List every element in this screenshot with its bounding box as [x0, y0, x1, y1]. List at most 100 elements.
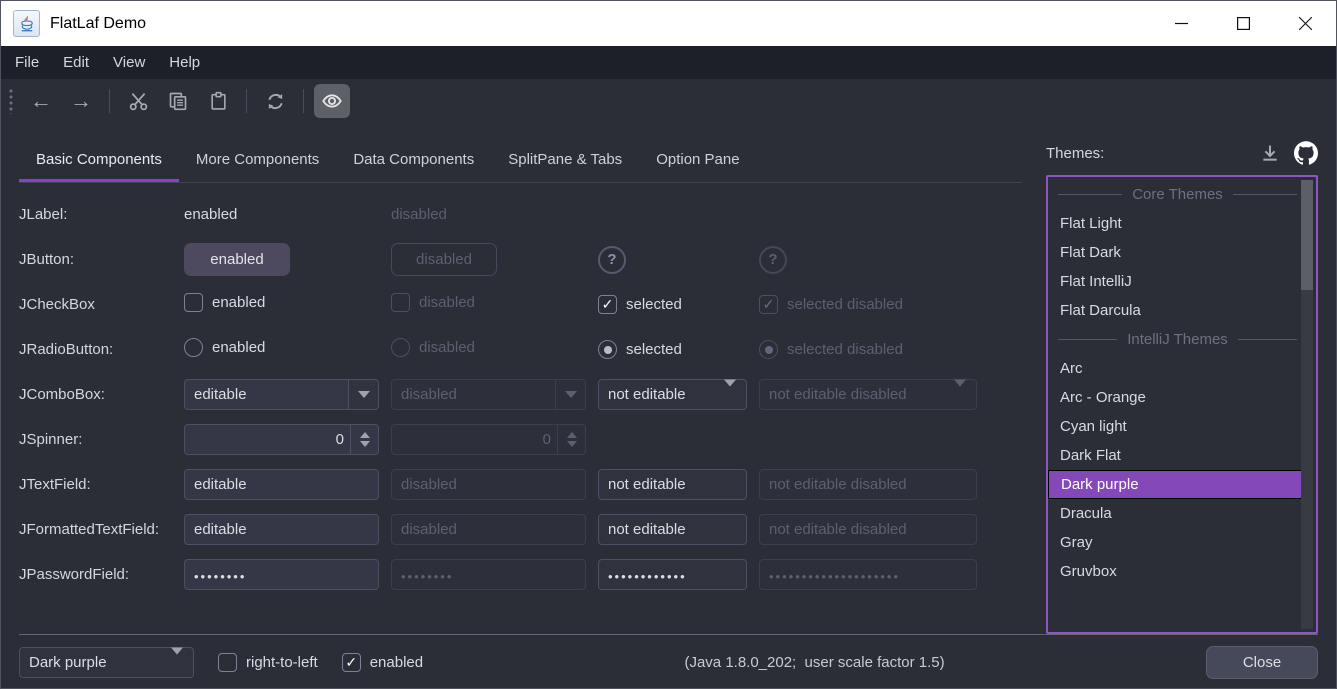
jcombobox-not-editable-disabled: not editable disabled [759, 379, 977, 410]
chevron-down-icon [954, 386, 966, 403]
chevron-down-icon [724, 386, 736, 403]
jtextfield-not-editable[interactable]: not editable [598, 469, 747, 500]
radio-selected-icon [598, 340, 617, 359]
menu-file[interactable]: File [3, 46, 51, 79]
tab-basic-components[interactable]: Basic Components [19, 141, 179, 182]
checkbox-checked-icon: ✓ [598, 295, 617, 314]
radio-unselected-icon [391, 338, 410, 357]
jpasswordfield-not-editable[interactable]: •••••••••••• [598, 559, 747, 590]
toolbar-grip[interactable] [9, 88, 13, 114]
tab-data-components[interactable]: Data Components [336, 141, 491, 182]
toolbar: ← → [1, 79, 1336, 123]
jradiobutton-selected[interactable]: selected [598, 340, 682, 359]
radio-unselected-icon [184, 338, 203, 357]
forward-button[interactable]: → [63, 84, 99, 118]
tab-more-components[interactable]: More Components [179, 141, 336, 182]
copy-button[interactable] [160, 84, 196, 118]
checkbox-unchecked-icon [391, 293, 410, 312]
menu-edit[interactable]: Edit [51, 46, 101, 79]
jbutton-disabled: disabled [391, 243, 497, 276]
jcheckbox-selected-disabled: ✓selected disabled [759, 295, 903, 314]
theme-list-item[interactable]: Arc - Orange [1048, 383, 1303, 412]
jformattedtextfield-editable[interactable]: editable [184, 514, 379, 545]
menu-help[interactable]: Help [157, 46, 212, 79]
jformattedtextfield-not-editable-disabled: not editable disabled [759, 514, 977, 545]
chevron-down-icon [171, 654, 183, 671]
theme-selector-combo[interactable]: Dark purple [19, 647, 194, 678]
download-icon[interactable] [1260, 143, 1280, 163]
maximize-button[interactable] [1212, 1, 1274, 46]
jbutton-help-disabled: ? [759, 246, 787, 274]
rtl-checkbox[interactable]: right-to-left [218, 653, 318, 672]
java-app-icon [13, 10, 40, 37]
cut-button[interactable] [120, 84, 156, 118]
spinner-down-icon [360, 441, 370, 447]
theme-list-item[interactable]: Arc [1048, 354, 1303, 383]
title-bar: FlatLaf Demo [1, 1, 1336, 46]
show-hidden-toggle[interactable] [314, 84, 350, 118]
close-button[interactable]: Close [1206, 646, 1318, 679]
jbutton-help-enabled[interactable]: ? [598, 246, 626, 274]
theme-list-item[interactable]: Flat Darcula [1048, 296, 1303, 325]
jspinner-enabled[interactable]: 0 [184, 424, 379, 455]
jtextfield-editable[interactable]: editable [184, 469, 379, 500]
toolbar-separator [303, 89, 304, 113]
theme-list[interactable]: Core Themes Flat Light Flat Dark Flat In… [1046, 175, 1318, 634]
refresh-icon [265, 91, 286, 112]
jpasswordfield-editable[interactable]: •••••••• [184, 559, 379, 590]
close-window-button[interactable] [1274, 1, 1336, 46]
combo-arrow-button [555, 380, 585, 409]
tab-option-pane[interactable]: Option Pane [639, 141, 756, 182]
combo-arrow-button[interactable] [348, 380, 378, 409]
jcombobox-not-editable[interactable]: not editable [598, 379, 747, 410]
enabled-checkbox[interactable]: ✓enabled [342, 653, 423, 672]
checkbox-checked-icon: ✓ [342, 653, 361, 672]
theme-list-item[interactable]: Dark Flat [1048, 441, 1303, 470]
tabbed-pane: Basic Components More Components Data Co… [19, 123, 1022, 634]
theme-group-header: Core Themes [1048, 180, 1303, 209]
theme-list-item[interactable]: Dracula [1048, 499, 1303, 528]
app-window: FlatLaf Demo File Edit View Help ← → [0, 0, 1337, 689]
scrollbar-thumb[interactable] [1301, 180, 1313, 290]
theme-list-item[interactable]: Cyan light [1048, 412, 1303, 441]
paste-button[interactable] [200, 84, 236, 118]
back-button[interactable]: ← [23, 84, 59, 118]
checkbox-unchecked-icon [218, 653, 237, 672]
theme-list-item[interactable]: Flat Light [1048, 209, 1303, 238]
github-icon[interactable] [1294, 141, 1318, 165]
spinner-up-icon [567, 432, 577, 438]
chevron-down-icon [358, 391, 370, 398]
checkbox-unchecked-icon [184, 293, 203, 312]
jcombobox-editable[interactable]: editable [184, 379, 379, 410]
refresh-button[interactable] [257, 84, 293, 118]
jcombobox-row-label: JComboBox: [19, 386, 184, 403]
bottom-bar: Dark purple right-to-left ✓enabled (Java… [1, 635, 1336, 689]
spinner-arrows[interactable] [350, 425, 378, 454]
jradiobutton-selected-disabled: selected disabled [759, 340, 903, 359]
jbutton-enabled[interactable]: enabled [184, 243, 290, 276]
minimize-button[interactable] [1150, 1, 1212, 46]
jpasswordfield-disabled: •••••••• [391, 559, 586, 590]
jpasswordfield-not-editable-disabled: •••••••••••••••••••• [759, 559, 977, 590]
jlabel-enabled: enabled [184, 206, 391, 223]
scrollbar-track[interactable] [1301, 180, 1313, 629]
eye-icon [321, 90, 343, 112]
menu-view[interactable]: View [101, 46, 157, 79]
jradiobutton-row-label: JRadioButton: [19, 341, 184, 358]
window-controls [1150, 1, 1336, 46]
jcheckbox-selected[interactable]: ✓selected [598, 295, 682, 314]
jcheckbox-enabled[interactable]: enabled [184, 293, 265, 312]
theme-list-item[interactable]: Gray [1048, 528, 1303, 557]
theme-list-item[interactable]: Flat Dark [1048, 238, 1303, 267]
checkbox-checked-icon: ✓ [759, 295, 778, 314]
radio-selected-icon [759, 340, 778, 359]
jformattedtextfield-not-editable[interactable]: not editable [598, 514, 747, 545]
tab-splitpane-tabs[interactable]: SplitPane & Tabs [491, 141, 639, 182]
theme-list-item-selected[interactable]: Dark purple [1048, 470, 1303, 499]
spinner-arrows [557, 425, 585, 454]
paste-icon [209, 91, 228, 111]
jradiobutton-enabled[interactable]: enabled [184, 338, 265, 357]
forward-arrow-icon: → [70, 90, 92, 112]
theme-list-item[interactable]: Flat IntelliJ [1048, 267, 1303, 296]
theme-list-item[interactable]: Gruvbox [1048, 557, 1303, 586]
